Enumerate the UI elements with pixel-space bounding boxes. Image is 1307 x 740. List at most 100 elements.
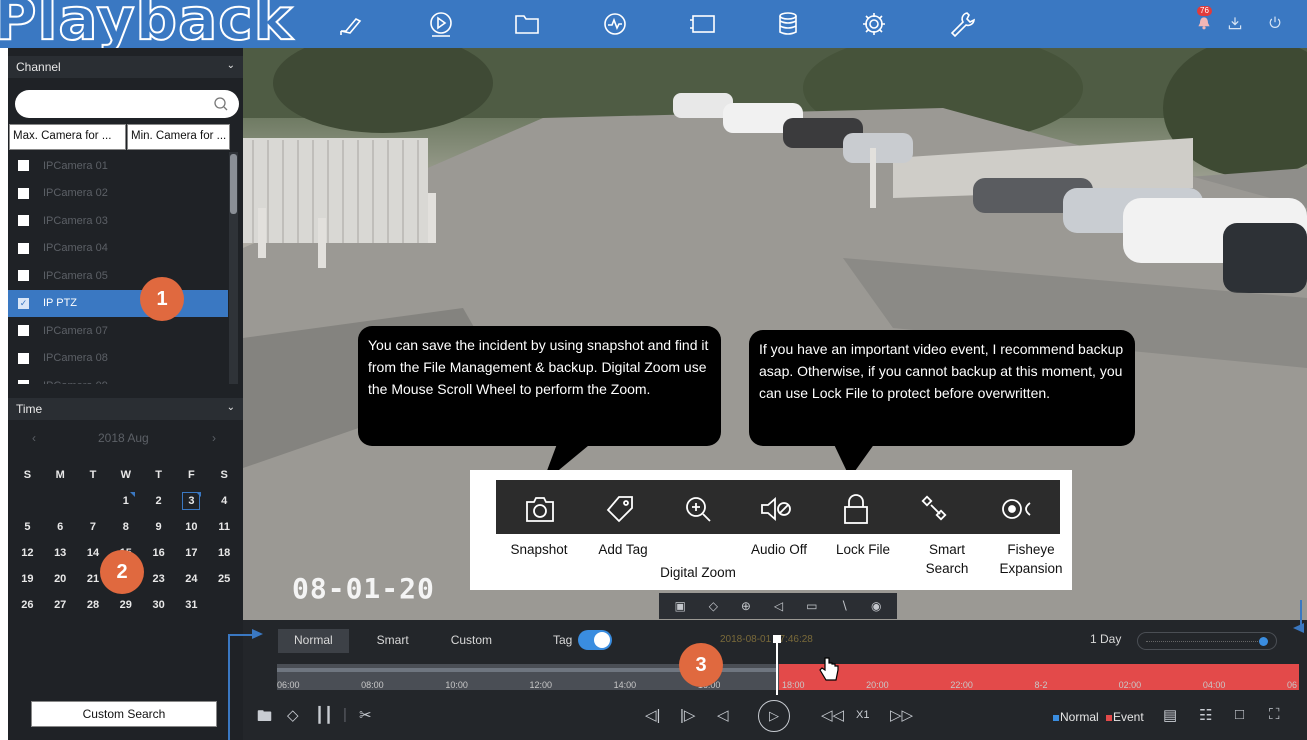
calendar-day[interactable]: 19 [11,566,44,592]
calendar-day[interactable]: 6 [44,514,77,540]
next-month-icon[interactable]: › [212,431,216,445]
scrollbar-thumb[interactable] [230,154,237,214]
camera-checkbox[interactable] [18,325,29,337]
step-forward-icon[interactable]: |▷ [680,706,695,724]
camera-checkbox[interactable] [18,187,29,199]
fisheye-icon[interactable]: ◉ [871,599,881,613]
calendar-day[interactable]: 31 [175,592,208,618]
camera-checkbox[interactable]: ✓ [18,297,29,309]
snapshot-icon[interactable]: ▣ [674,599,685,613]
power-icon[interactable] [1264,12,1286,34]
speed-up-icon[interactable]: ▷▷ [890,706,913,724]
storage-icon[interactable] [770,6,806,42]
download-icon[interactable] [1224,12,1246,34]
calendar-day[interactable]: 7 [77,514,110,540]
playback-icon[interactable] [423,6,459,42]
slider-knob[interactable] [1259,637,1268,646]
calendar-day[interactable]: 27 [44,592,77,618]
calendar-day[interactable]: 28 [77,592,110,618]
fullscreen-icon[interactable]: ⛶ [1269,706,1280,723]
calendar-day[interactable]: 12 [11,540,44,566]
add-tag-icon[interactable]: ◇ [709,599,718,613]
alarm-icon[interactable]: 76 [1193,6,1215,34]
camera-list-item[interactable]: IPCamera 01 [8,152,228,180]
maintenance-icon[interactable] [944,6,980,42]
tab-custom[interactable]: Custom [435,629,508,653]
time-section-header[interactable]: Time ⌄ [8,398,243,420]
digital-zoom-icon[interactable] [681,492,715,526]
chevron-down-icon[interactable]: ⌄ [227,402,235,413]
calendar-day[interactable]: 4 [208,488,241,514]
custom-search-button[interactable]: Custom Search [31,701,217,727]
camera-checkbox[interactable] [18,270,29,282]
folder-icon[interactable]: 🖿 [257,706,272,731]
camera-checkbox[interactable] [18,380,29,384]
sort-min-camera-button[interactable]: Min. Camera for ... [127,124,230,150]
camera-checkbox[interactable] [18,215,29,227]
slow-down-icon[interactable]: ◁◁ [821,706,844,724]
calendar-day[interactable]: 10 [175,514,208,540]
calendar-day[interactable]: 18 [208,540,241,566]
tab-smart[interactable]: Smart [361,629,425,653]
tag-list-icon[interactable]: ◇ [287,706,299,724]
previous-month-icon[interactable]: ‹ [32,431,36,445]
calendar-day[interactable]: 30 [142,592,175,618]
chevron-down-icon[interactable]: ⌄ [227,60,235,71]
camera-checkbox[interactable] [18,242,29,254]
calendar-day[interactable]: 23 [142,566,175,592]
clip-icon[interactable]: ✂ [359,706,372,724]
file-management-icon[interactable] [509,6,545,42]
camera-list-item[interactable]: IPCamera 03 [8,207,228,235]
frame-split-icon[interactable]: ┃┃ [315,706,333,724]
calendar-day[interactable]: 24 [175,566,208,592]
digital-zoom-icon[interactable]: ⊕ [741,599,751,613]
single-view-icon[interactable]: □ [1235,706,1244,723]
lock-file-icon[interactable]: ▭ [806,599,817,613]
timeline-zoom-slider[interactable] [1137,632,1277,650]
camera-list-item[interactable]: IPCamera 07 [8,317,228,345]
camera-list-item[interactable]: IPCamera 04 [8,235,228,263]
calendar-day[interactable]: 13 [44,540,77,566]
camera-icon[interactable] [685,6,721,42]
calendar-day[interactable]: 1 [109,488,142,514]
smart-search-icon[interactable] [919,492,953,526]
timeline-playhead[interactable] [773,635,781,695]
snapshot-icon[interactable] [523,492,557,526]
camera-list-scrollbar[interactable] [229,152,238,384]
camera-list-item[interactable]: IPCamera 09 [8,372,228,384]
camera-checkbox[interactable] [18,160,29,172]
calendar-day[interactable]: 16 [142,540,175,566]
audio-off-icon[interactable]: ◁ [774,599,783,613]
calendar-day[interactable]: 25 [208,566,241,592]
camera-list-item[interactable]: IPCamera 05 [8,262,228,290]
audio-off-icon[interactable] [759,492,793,526]
channel-search-input[interactable] [15,90,205,118]
calendar-day[interactable]: 11 [208,514,241,540]
camera-list-item[interactable]: ✓ IP PTZ [8,289,228,317]
tab-normal[interactable]: Normal [278,629,349,653]
calendar-day[interactable]: 9 [142,514,175,540]
calendar-day[interactable]: 26 [11,592,44,618]
lock-file-icon[interactable] [839,492,873,526]
calendar-day[interactable]: 17 [175,540,208,566]
add-tag-icon[interactable] [603,492,637,526]
tag-toggle[interactable] [578,630,612,650]
smart-search-icon[interactable]: ∖ [840,599,848,613]
calendar-day[interactable]: 3 [175,488,208,514]
fisheye-icon[interactable] [999,492,1033,526]
calendar-day[interactable]: 20 [44,566,77,592]
play-icon[interactable]: ▷ [758,700,790,732]
smart-analysis-icon[interactable] [597,6,633,42]
calendar-day[interactable]: 2 [142,488,175,514]
reverse-play-icon[interactable]: ◁ [717,706,729,724]
export-icon[interactable]: ▤ [1163,706,1177,724]
camera-list-item[interactable]: IPCamera 08 [8,345,228,373]
sort-max-camera-button[interactable]: Max. Camera for ... [9,124,126,150]
configuration-icon[interactable] [856,6,892,42]
search-icon[interactable] [213,96,229,112]
camera-list-item[interactable]: IPCamera 02 [8,180,228,208]
step-back-icon[interactable]: ◁| [645,706,660,724]
tag-settings-icon[interactable]: ☷ [1199,706,1212,724]
calendar-day[interactable]: 5 [11,514,44,540]
camera-checkbox[interactable] [18,352,29,364]
